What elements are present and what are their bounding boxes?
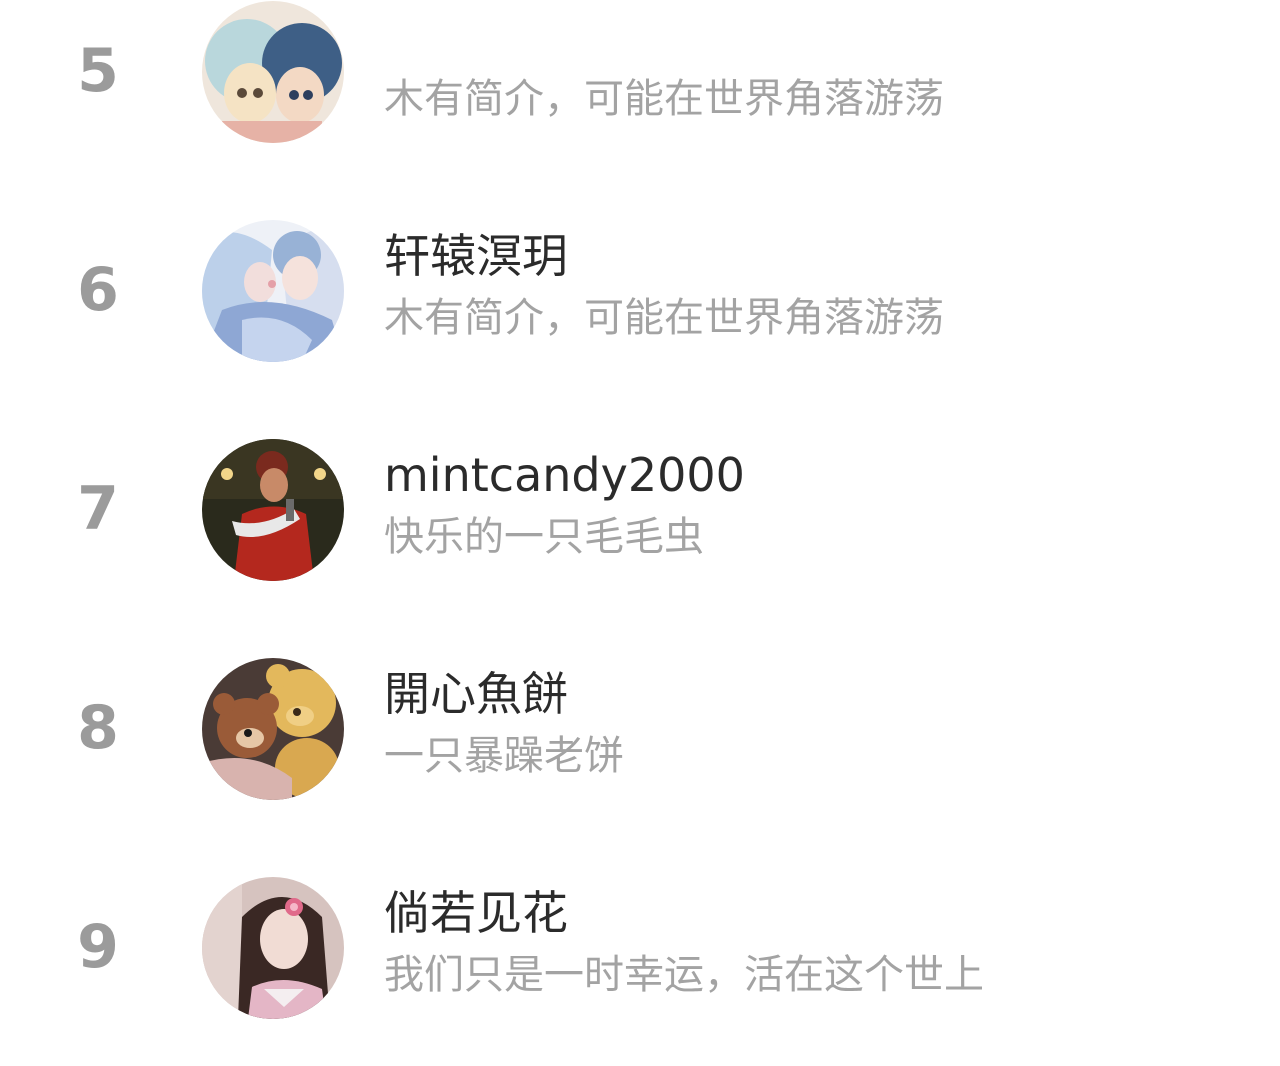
ranking-list: 5 木有简介，可能在世界角落游荡 6 轩辕溟玥 木有简介，可能在世界角落游荡 7… — [0, 0, 1280, 1066]
girl-portrait-avatar-image — [202, 877, 344, 1019]
anime-couple-avatar-image — [202, 220, 344, 362]
user-bio: 一只暴躁老饼 — [384, 733, 624, 779]
anime-duo-avatar-image — [202, 1, 344, 143]
rank-number: 9 — [77, 912, 119, 982]
rank-number: 7 — [77, 474, 119, 544]
user-avatar[interactable] — [202, 220, 344, 362]
user-avatar[interactable] — [202, 658, 344, 800]
user-bio: 木有简介，可能在世界角落游荡 — [384, 76, 944, 122]
rank-number: 6 — [77, 255, 119, 325]
rank-number: 8 — [77, 693, 119, 763]
username[interactable]: mintcandy2000 — [384, 445, 745, 505]
username[interactable]: 轩辕溟玥 — [384, 226, 568, 286]
username[interactable]: 倘若见花 — [384, 883, 568, 943]
user-avatar[interactable] — [202, 877, 344, 1019]
user-avatar[interactable] — [202, 1, 344, 143]
user-bio: 快乐的一只毛毛虫 — [384, 514, 704, 560]
rank-number: 5 — [77, 36, 119, 106]
woman-red-dress-avatar-image — [202, 439, 344, 581]
user-bio: 我们只是一时幸运，活在这个世上 — [384, 952, 984, 998]
ranking-row[interactable]: 8 開心魚餅 一只暴躁老饼 — [0, 628, 1280, 847]
ranking-row[interactable]: 6 轩辕溟玥 木有简介，可能在世界角落游荡 — [0, 190, 1280, 409]
user-bio: 木有简介，可能在世界角落游荡 — [384, 295, 944, 341]
user-avatar[interactable] — [202, 439, 344, 581]
ranking-row[interactable]: 9 倘若见花 我们只是一时幸运，活在这个世上 — [0, 847, 1280, 1066]
ranking-row[interactable]: 7 mintcandy2000 快乐的一只毛毛虫 — [0, 409, 1280, 628]
username[interactable]: 開心魚餅 — [384, 664, 568, 724]
ranking-row[interactable]: 5 木有简介，可能在世界角落游荡 — [0, 0, 1280, 190]
teddy-bears-avatar-image — [202, 658, 344, 800]
